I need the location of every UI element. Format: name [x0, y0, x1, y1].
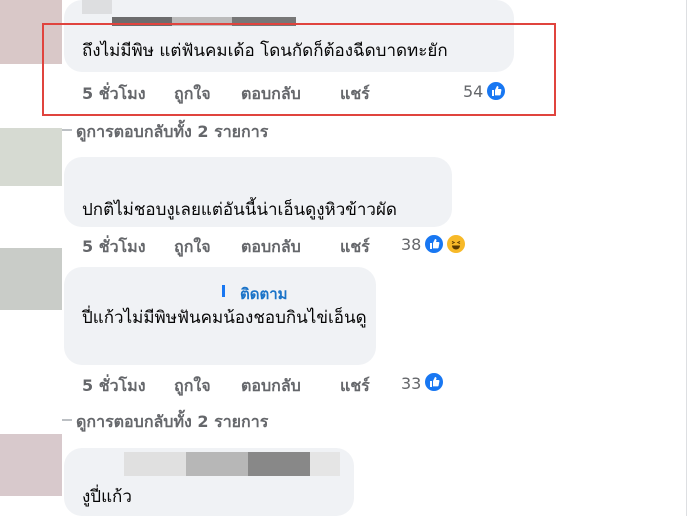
redacted-name-block	[124, 452, 186, 476]
avatar[interactable]	[0, 434, 62, 496]
reply-button[interactable]: ตอบกลับ	[241, 235, 301, 260]
view-replies-link[interactable]: ดูการตอบกลับทั้ง 2 รายการ	[76, 120, 268, 145]
redacted-name-block	[248, 452, 310, 476]
avatar[interactable]	[0, 248, 62, 310]
share-button[interactable]: แชร์	[340, 235, 370, 260]
redacted-name-block	[222, 285, 225, 297]
redacted-name-block	[186, 452, 248, 476]
like-button[interactable]: ถูกใจ	[174, 374, 211, 399]
reply-thread-line	[62, 419, 72, 421]
comment-text: ปกติไม่ชอบงูเลยแต่อันนี้น่าเอ็นดูงูหิวข้…	[82, 200, 397, 220]
comment-text: ปี่แก้วไม่มีพิษฟันคมน้องชอบกินไข่เอ็นดู	[82, 308, 367, 328]
reply-button[interactable]: ตอบกลับ	[241, 374, 301, 399]
comment-timestamp[interactable]: 5 ชั่วโมง	[82, 235, 146, 260]
comment-timestamp[interactable]: 5 ชั่วโมง	[82, 374, 146, 399]
scroll-divider	[686, 0, 687, 516]
like-button[interactable]: ถูกใจ	[174, 235, 211, 260]
redacted-name-block	[310, 452, 340, 476]
reaction-count[interactable]: 38	[401, 235, 421, 254]
comment-text: งูปี่แก้ว	[82, 487, 132, 507]
haha-reaction-icon[interactable]	[445, 233, 467, 255]
highlight-box	[42, 23, 556, 116]
like-reaction-icon[interactable]	[423, 233, 445, 255]
thumbs-up-icon	[430, 377, 440, 387]
like-reaction-icon[interactable]	[423, 371, 445, 393]
reaction-count[interactable]: 33	[401, 374, 421, 393]
commenter-name-partial[interactable]	[82, 0, 112, 14]
laughing-face-icon	[451, 240, 461, 250]
avatar[interactable]	[0, 128, 62, 186]
view-replies-link[interactable]: ดูการตอบกลับทั้ง 2 รายการ	[76, 410, 268, 435]
reply-thread-line	[62, 129, 72, 131]
thumbs-up-icon	[430, 239, 440, 249]
share-button[interactable]: แชร์	[340, 374, 370, 399]
